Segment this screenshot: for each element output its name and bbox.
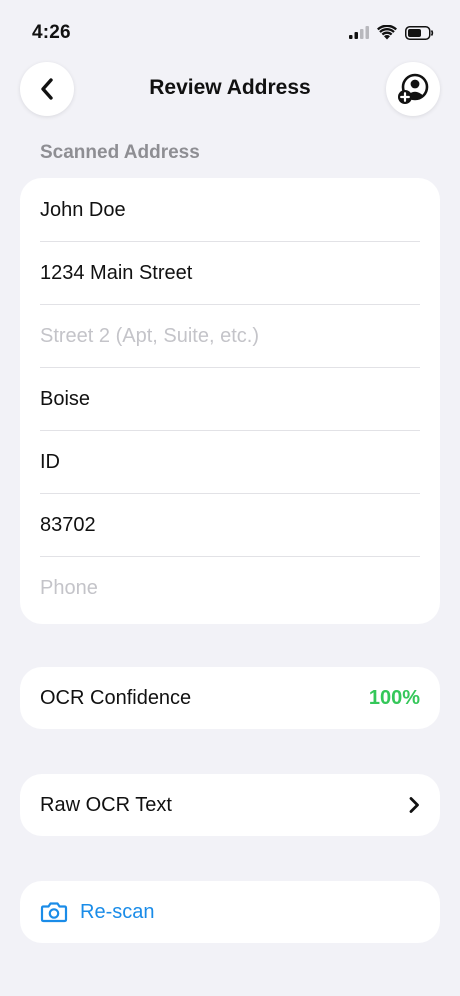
street2-field[interactable]: Street 2 (Apt, Suite, etc.) <box>40 305 420 368</box>
ocr-confidence-value: 100% <box>368 686 420 709</box>
raw-ocr-text-row[interactable]: Raw OCR Text <box>20 774 440 836</box>
rescan-button[interactable]: Re-scan <box>20 881 440 943</box>
person-add-icon <box>398 73 429 104</box>
ocr-confidence-row: OCR Confidence 100% <box>20 667 440 729</box>
address-card: John Doe 1234 Main Street Street 2 (Apt,… <box>20 178 440 624</box>
wifi-icon <box>377 25 397 40</box>
state-field[interactable]: ID <box>40 431 420 494</box>
name-field[interactable]: John Doe <box>40 179 420 242</box>
status-icons <box>349 25 434 40</box>
street-field[interactable]: 1234 Main Street <box>40 242 420 305</box>
section-label-scanned-address: Scanned Address <box>40 142 200 163</box>
cellular-signal-icon <box>349 26 369 39</box>
zip-field[interactable]: 83702 <box>40 494 420 557</box>
battery-icon <box>405 25 434 40</box>
ocr-confidence-label: OCR Confidence <box>40 686 192 709</box>
rescan-label: Re-scan <box>80 900 155 923</box>
camera-icon <box>40 902 68 923</box>
navigation-bar: Review Address <box>0 62 460 118</box>
status-bar: 4:26 <box>0 0 460 64</box>
raw-ocr-text-label: Raw OCR Text <box>40 793 172 816</box>
add-contact-button[interactable] <box>386 62 440 116</box>
chevron-right-icon <box>409 797 419 813</box>
city-field[interactable]: Boise <box>40 368 420 431</box>
status-time: 4:26 <box>32 22 71 43</box>
phone-field[interactable]: Phone <box>40 557 420 620</box>
